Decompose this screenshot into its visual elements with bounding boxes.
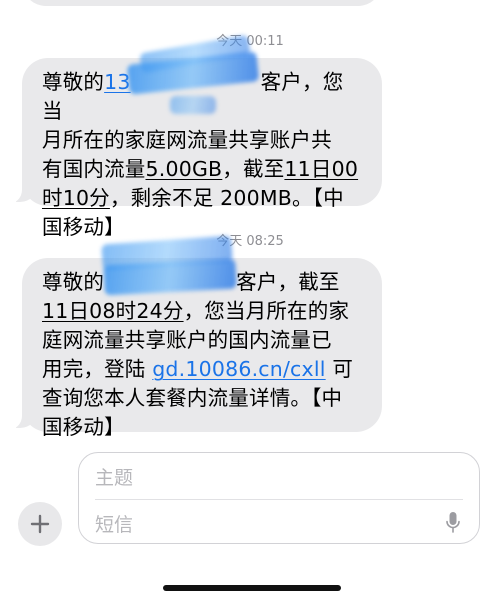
url-link[interactable]: gd.10086.cn/cxll bbox=[152, 357, 325, 381]
text: 网 bbox=[166, 128, 187, 152]
text: 尊敬的 bbox=[42, 270, 105, 294]
message-1-line-4: 时10分，剩余不足 200MB。【中 bbox=[42, 184, 364, 213]
data-amount[interactable]: 5.00GB bbox=[146, 157, 223, 181]
plus-icon[interactable] bbox=[18, 502, 62, 546]
message-2-line-2: 11日08时24分，您当月所在的家 bbox=[42, 297, 364, 326]
text: 流量共享账户共 bbox=[186, 128, 332, 152]
text: 月所在的家庭 bbox=[42, 128, 167, 152]
message-2-line-3: 庭网流量共享账户的国内流量已 bbox=[42, 326, 364, 355]
text: ，您当月所在的家 bbox=[183, 299, 350, 323]
phone-link[interactable]: 13 bbox=[104, 70, 131, 94]
message-2-line-4: 用完，登陆 gd.10086.cn/cxll 可 bbox=[42, 355, 364, 384]
timestamp-2-time: 08:25 bbox=[246, 234, 284, 249]
message-1-line-3: 有国内流量5.00GB，截至11日00 bbox=[42, 155, 364, 184]
compose-divider bbox=[95, 499, 463, 500]
text: 客户，截至 bbox=[236, 270, 340, 294]
home-indicator[interactable] bbox=[163, 585, 341, 591]
text: ，剩余不足 200MB。【中 bbox=[109, 186, 344, 210]
message-2-line-5: 查询您本人套餐内流量详情。【中 bbox=[42, 384, 364, 413]
previous-message-bubble bbox=[22, 0, 382, 6]
text: 有国内流量 bbox=[42, 157, 146, 181]
timestamp-2: 今天 08:25 bbox=[0, 230, 500, 249]
timestamp-1: 今天 00:11 bbox=[0, 30, 500, 49]
microphone-icon[interactable] bbox=[445, 511, 461, 535]
message-compose-box[interactable]: 主题 短信 bbox=[78, 452, 480, 544]
plus-glyph bbox=[30, 514, 50, 534]
message-input[interactable]: 短信 bbox=[95, 510, 133, 537]
date-link[interactable]: 11日00 bbox=[284, 157, 358, 181]
subject-input[interactable]: 主题 bbox=[95, 463, 133, 490]
time-link[interactable]: 时10分 bbox=[42, 186, 110, 210]
text: 庭网流量共享账户的国内流量已 bbox=[42, 328, 332, 352]
text: 可 bbox=[325, 357, 354, 381]
text: 国移动】 bbox=[42, 415, 125, 439]
message-2-line-6: 国移动】 bbox=[42, 413, 364, 442]
text: ，截至 bbox=[222, 157, 285, 181]
text: 用完，登陆 bbox=[42, 357, 153, 381]
datetime-link[interactable]: 11日08时24分 bbox=[42, 299, 184, 323]
text: 尊敬的 bbox=[42, 70, 105, 94]
redaction-scribble bbox=[170, 96, 216, 114]
timestamp-1-time: 00:11 bbox=[246, 34, 284, 49]
text: 查询您本人套餐内流量详情。【中 bbox=[42, 386, 343, 410]
message-1-line-2: 月所在的家庭网流量共享账户共 bbox=[42, 126, 364, 155]
